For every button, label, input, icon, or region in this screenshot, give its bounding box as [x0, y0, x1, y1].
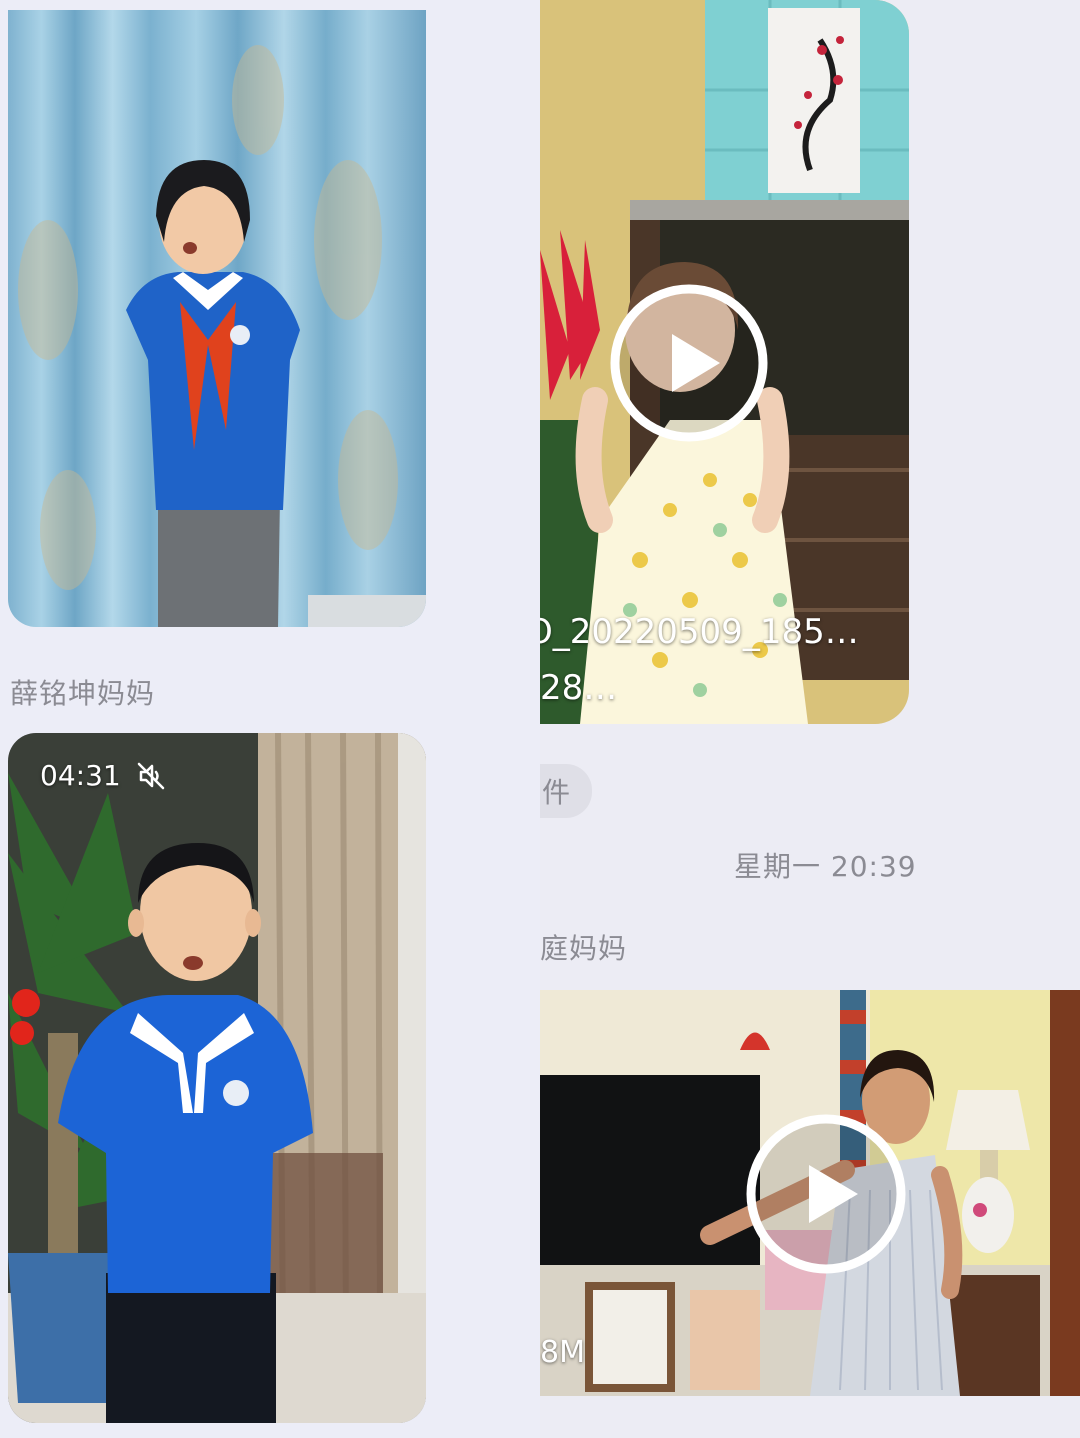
- video-boy-thumbnail: [8, 733, 426, 1423]
- speaker-muted-icon[interactable]: [135, 760, 167, 792]
- photo-girl-curtain-image: [8, 10, 426, 627]
- file-message-label: 件: [542, 776, 571, 809]
- file-message-pill[interactable]: 件: [540, 764, 592, 818]
- sender-name-1: 薛铭坤妈妈: [10, 677, 156, 710]
- play-circle-icon[interactable]: [608, 282, 770, 444]
- right-chat-panel: O_20220509_185… 28… 件 星期一 20:39 庭妈妈 8M: [540, 0, 1080, 1438]
- video-file-size: 8M: [540, 1335, 585, 1370]
- photo-girl-curtain[interactable]: [8, 10, 426, 627]
- video-duration-overlay: 04:31: [40, 759, 167, 792]
- video-filename-line1: O_20220509_185…: [540, 612, 859, 652]
- left-chat-panel: 薛铭坤妈妈 04:31: [0, 0, 540, 1438]
- video-filename-line2: 28…: [540, 668, 618, 708]
- sender-name-2: 庭妈妈: [540, 932, 628, 965]
- video-duration: 04:31: [40, 759, 121, 792]
- message-timestamp: 星期一 20:39: [734, 850, 917, 883]
- video-boy[interactable]: 04:31: [8, 733, 426, 1423]
- play-circle-icon[interactable]: [744, 1112, 908, 1276]
- video-girl-blue-dress[interactable]: 8M: [540, 990, 1080, 1396]
- video-girl-dress[interactable]: O_20220509_185… 28…: [540, 0, 909, 724]
